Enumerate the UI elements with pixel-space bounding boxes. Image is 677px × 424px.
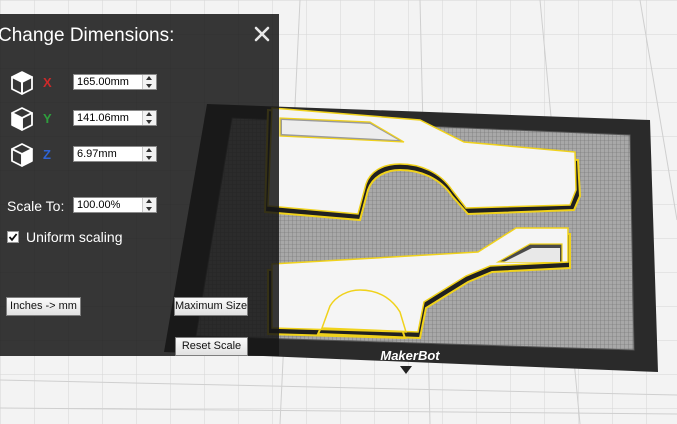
dimension-x-decrement[interactable]	[143, 82, 156, 89]
dimension-z-spinbox[interactable]	[73, 146, 157, 162]
dimension-x-input[interactable]	[74, 75, 145, 89]
dimension-y-increment[interactable]	[143, 111, 156, 118]
inches-to-mm-button[interactable]: Inches -> mm	[6, 297, 81, 316]
dimension-y-decrement[interactable]	[143, 118, 156, 125]
dimension-y-spinbox[interactable]	[73, 110, 157, 126]
maximum-size-button[interactable]: Maximum Size	[174, 297, 248, 316]
dimension-x-spinbox[interactable]	[73, 74, 157, 90]
scale-decrement[interactable]	[143, 205, 156, 212]
dimension-y-input[interactable]	[74, 111, 145, 125]
scale-increment[interactable]	[143, 198, 156, 205]
cube-x-icon	[9, 69, 35, 97]
uniform-scaling-checkbox[interactable]	[7, 231, 19, 243]
close-icon[interactable]	[252, 24, 272, 44]
dimension-row-z: Z	[0, 141, 279, 169]
dimension-z-input[interactable]	[74, 147, 145, 161]
dimension-x-increment[interactable]	[143, 75, 156, 82]
uniform-scaling-row[interactable]: Uniform scaling	[7, 229, 207, 246]
makerbot-viewport[interactable]: MakerBot Change Dimensions: X 165.00mm Y…	[0, 0, 677, 424]
scale-label: Scale To:	[7, 198, 65, 214]
checkmark-icon	[8, 233, 18, 242]
reset-scale-button[interactable]: Reset Scale	[175, 337, 248, 356]
makerbot-logo: MakerBot	[380, 348, 440, 363]
cube-y-icon	[9, 105, 35, 133]
scale-spinbox[interactable]	[73, 197, 157, 213]
change-dimensions-panel: Change Dimensions: X 165.00mm Y 141.06mm…	[0, 14, 279, 356]
axis-label-z: Z	[43, 147, 51, 162]
panel-title: Change Dimensions:	[0, 25, 175, 46]
dimension-z-decrement[interactable]	[143, 154, 156, 161]
axis-label-y: Y	[43, 111, 52, 126]
uniform-scaling-label: Uniform scaling	[26, 229, 123, 245]
axis-label-x: X	[43, 75, 52, 90]
dimension-row-x: X	[0, 69, 279, 97]
scale-input[interactable]	[74, 198, 145, 212]
dimension-row-y: Y	[0, 105, 279, 133]
dimension-z-increment[interactable]	[143, 147, 156, 154]
cube-z-icon	[9, 141, 35, 169]
